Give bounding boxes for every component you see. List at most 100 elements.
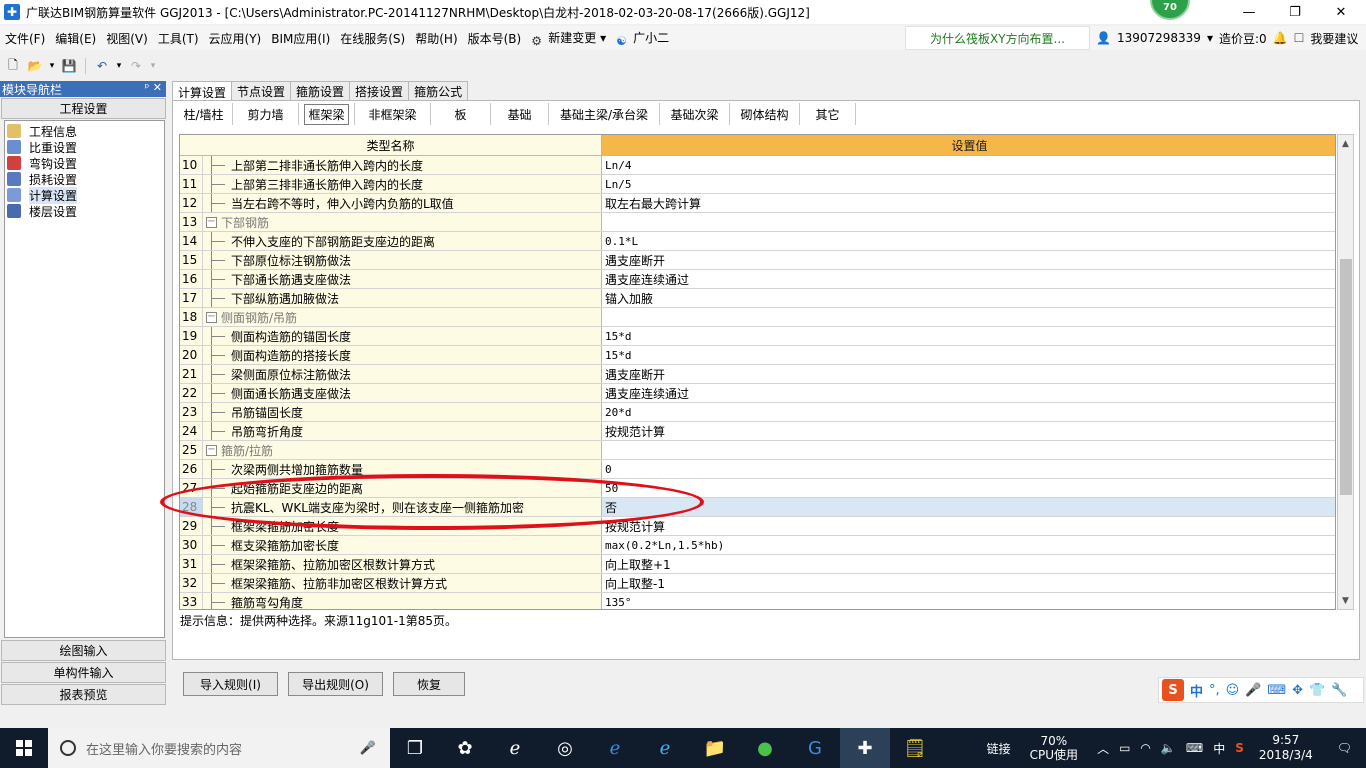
assistant-menu[interactable]: ☯ 广小二	[611, 29, 674, 48]
row-setting-value[interactable]: Ln/4	[602, 156, 1335, 174]
chevron-down-icon[interactable]: ▾	[1207, 31, 1213, 45]
row-setting-value[interactable]	[602, 213, 1335, 231]
table-row[interactable]: 16 下部通长筋遇支座做法 遇支座连续通过	[180, 270, 1335, 289]
menu-version[interactable]: 版本号(B)	[463, 30, 527, 47]
nav-item-project-info[interactable]: 工程信息	[5, 123, 164, 139]
user-phone[interactable]: 13907298339	[1117, 31, 1201, 45]
windows-start-icon[interactable]	[0, 728, 48, 768]
microphone-icon[interactable]: 🎤	[360, 741, 376, 756]
dropdown-icon[interactable]: ▾	[115, 57, 123, 75]
menu-help[interactable]: 帮助(H)	[410, 30, 462, 47]
maximize-button[interactable]: ❐	[1272, 0, 1318, 24]
table-row[interactable]: 26 次梁两侧共增加箍筋数量 0	[180, 460, 1335, 479]
toolbox-icon[interactable]: ✥	[1292, 683, 1303, 698]
menu-view[interactable]: 视图(V)	[101, 30, 153, 47]
scroll-thumb[interactable]	[1340, 259, 1352, 495]
taskbar-search-input[interactable]: 在这里输入你要搜索的内容 🎤	[48, 728, 390, 768]
row-setting-value[interactable]	[602, 308, 1335, 326]
row-setting-value[interactable]: 向上取整-1	[602, 574, 1335, 592]
row-setting-value[interactable]: 锚入加腋	[602, 289, 1335, 307]
table-row[interactable]: 21 梁侧面原位标注筋做法 遇支座断开	[180, 365, 1335, 384]
table-row[interactable]: 28 抗震KL、WKL端支座为梁时，则在该支座一侧箍筋加密 否	[180, 498, 1335, 517]
table-row[interactable]: 20 侧面构造筋的搭接长度 15*d	[180, 346, 1335, 365]
row-setting-value[interactable]: Ln/5	[602, 175, 1335, 193]
menu-bim[interactable]: BIM应用(I)	[266, 30, 335, 47]
table-row[interactable]: 33 箍筋弯勾角度 135°	[180, 593, 1335, 609]
links-toolbar[interactable]: 链接	[982, 740, 1016, 757]
subtab-shear-wall[interactable]: 剪力墙	[233, 103, 299, 125]
minimize-button[interactable]: —	[1226, 0, 1272, 24]
keyboard-icon[interactable]: ⌨	[1267, 683, 1286, 698]
menu-edit[interactable]: 编辑(E)	[50, 30, 101, 47]
notification-icon[interactable]: 🗨	[1323, 741, 1366, 755]
ggj-app-icon[interactable]: ✚	[840, 728, 890, 768]
new-file-icon[interactable]: 🗋	[4, 57, 22, 75]
faq-hint-link[interactable]: 为什么筏板XY方向布置...	[905, 26, 1090, 50]
row-setting-value[interactable]: 否	[602, 498, 1335, 516]
nav-item-loss[interactable]: 损耗设置	[5, 171, 164, 187]
table-row[interactable]: 32 框架梁箍筋、拉筋非加密区根数计算方式 向上取整-1	[180, 574, 1335, 593]
row-setting-value[interactable]: 遇支座断开	[602, 365, 1335, 383]
table-row[interactable]: 12 当左右跨不等时，伸入小跨内负筋的L取值 取左右最大跨计算	[180, 194, 1335, 213]
row-setting-value[interactable]: 向上取整+1	[602, 555, 1335, 573]
table-row[interactable]: 10 上部第二排非通长筋伸入跨内的长度 Ln/4	[180, 156, 1335, 175]
table-row[interactable]: 17 下部纵筋遇加腋做法 锚入加腋	[180, 289, 1335, 308]
subtab-frame-beam[interactable]: 框架梁	[299, 103, 355, 125]
ime-chinese-mode[interactable]: 中	[1190, 681, 1203, 700]
scroll-up-icon[interactable]: ▲	[1338, 135, 1353, 152]
collapse-icon[interactable]: −	[206, 444, 217, 456]
punctuation-icon[interactable]: °,	[1209, 683, 1220, 698]
keyboard-icon[interactable]: ⌨	[1181, 741, 1208, 755]
save-icon[interactable]: 💾	[60, 57, 78, 75]
row-setting-value[interactable]: 遇支座连续通过	[602, 270, 1335, 288]
dropdown-icon[interactable]: ▾	[149, 57, 157, 75]
subtab-masonry[interactable]: 砌体结构	[730, 103, 800, 125]
collapse-icon[interactable]: −	[206, 216, 217, 228]
redo-icon[interactable]: ↷	[127, 57, 145, 75]
row-setting-value[interactable]: 0.1*L	[602, 232, 1335, 250]
ie-icon[interactable]: ℯ	[490, 728, 540, 768]
browser-swirl-icon[interactable]: ◎	[540, 728, 590, 768]
subtab-non-frame-beam[interactable]: 非框架梁	[355, 103, 431, 125]
subtab-foundation-secondary-beam[interactable]: 基础次梁	[660, 103, 730, 125]
new-change-menu[interactable]: ⚙ 新建变更 ▾	[526, 29, 611, 48]
row-setting-value[interactable]: 遇支座连续通过	[602, 384, 1335, 402]
collapse-icon[interactable]: −	[206, 311, 217, 323]
row-setting-value[interactable]: max(0.2*Ln,1.5*hb)	[602, 536, 1335, 554]
table-row[interactable]: 19 侧面构造筋的锚固长度 15*d	[180, 327, 1335, 346]
suggest-link[interactable]: 我要建议	[1310, 30, 1358, 47]
skin-icon[interactable]: 👕	[1309, 683, 1325, 698]
undo-icon[interactable]: ↶	[93, 57, 111, 75]
menu-cloud[interactable]: 云应用(Y)	[204, 30, 267, 47]
scroll-down-icon[interactable]: ▼	[1338, 592, 1353, 609]
table-row[interactable]: 27 起始箍筋距支座边的距离 50	[180, 479, 1335, 498]
ime-indicator[interactable]: 中	[1208, 740, 1230, 757]
row-setting-value[interactable]: 按规范计算	[602, 422, 1335, 440]
nav-item-floor[interactable]: 楼层设置	[5, 203, 164, 219]
row-setting-value[interactable]: 遇支座断开	[602, 251, 1335, 269]
nav-item-density[interactable]: 比重设置	[5, 139, 164, 155]
table-row[interactable]: 15 下部原位标注钢筋做法 遇支座断开	[180, 251, 1335, 270]
menu-file[interactable]: 文件(F)	[0, 30, 50, 47]
nav-report-preview[interactable]: 报表预览	[1, 684, 166, 705]
subtab-column[interactable]: 柱/墙柱	[175, 103, 233, 125]
nav-single-component-input[interactable]: 单构件输入	[1, 662, 166, 683]
tab-stirrup-settings[interactable]: 箍筋设置	[290, 81, 351, 101]
close-button[interactable]: ✕	[1318, 0, 1364, 24]
emoji-icon[interactable]: ☺	[1226, 683, 1240, 698]
pin-close-icon[interactable]: ᵖ ✕	[145, 81, 162, 94]
table-row[interactable]: 18− 侧面钢筋/吊筋	[180, 308, 1335, 327]
menu-online[interactable]: 在线服务(S)	[335, 30, 410, 47]
glodon-g-icon[interactable]: G	[790, 728, 840, 768]
task-view-icon[interactable]: ❐	[390, 728, 440, 768]
file-explorer-icon[interactable]: 📁	[690, 728, 740, 768]
battery-icon[interactable]: ▭	[1114, 741, 1135, 755]
table-row[interactable]: 29 框架梁箍筋加密长度 按规范计算	[180, 517, 1335, 536]
open-folder-icon[interactable]: 📂	[26, 57, 44, 75]
table-row[interactable]: 25− 箍筋/拉筋	[180, 441, 1335, 460]
table-row[interactable]: 22 侧面通长筋遇支座做法 遇支座连续通过	[180, 384, 1335, 403]
tab-node-settings[interactable]: 节点设置	[231, 81, 292, 101]
volume-icon[interactable]: 🔈	[1156, 741, 1181, 755]
row-setting-value[interactable]: 0	[602, 460, 1335, 478]
table-row[interactable]: 23 吊筋锚固长度 20*d	[180, 403, 1335, 422]
